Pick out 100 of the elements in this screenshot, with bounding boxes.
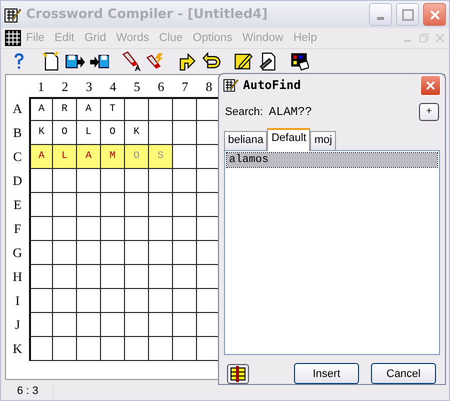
crossword-square[interactable] xyxy=(53,241,77,265)
crossword-square[interactable] xyxy=(77,217,101,241)
crossword-square[interactable] xyxy=(101,193,125,217)
crossword-square[interactable] xyxy=(77,313,101,337)
crossword-square[interactable] xyxy=(77,265,101,289)
crossword-square[interactable] xyxy=(29,313,53,337)
turn-arrow-icon[interactable] xyxy=(177,51,197,71)
crossword-square[interactable] xyxy=(101,217,125,241)
crossword-square[interactable] xyxy=(125,265,149,289)
crossword-square[interactable] xyxy=(173,217,197,241)
crossword-square[interactable] xyxy=(149,265,173,289)
crossword-square[interactable] xyxy=(101,289,125,313)
crossword-square[interactable] xyxy=(173,241,197,265)
search-label: Search: xyxy=(225,106,263,118)
grid-icon[interactable] xyxy=(5,30,21,46)
dictionary-tab[interactable]: moj xyxy=(310,130,336,150)
crossword-square[interactable] xyxy=(173,265,197,289)
crossword-square[interactable] xyxy=(53,337,77,361)
crossword-square[interactable] xyxy=(149,241,173,265)
crossword-square[interactable] xyxy=(149,193,173,217)
crossword-square[interactable] xyxy=(29,169,53,193)
crossword-square[interactable] xyxy=(149,97,173,121)
crossword-square[interactable] xyxy=(125,241,149,265)
crossword-square[interactable] xyxy=(77,169,101,193)
crossword-square[interactable] xyxy=(53,217,77,241)
pencil-note-icon[interactable] xyxy=(233,51,253,71)
crossword-square[interactable] xyxy=(173,289,197,313)
crossword-square[interactable]: M xyxy=(101,145,125,169)
crossword-square[interactable] xyxy=(173,145,197,169)
crossword-square[interactable] xyxy=(125,337,149,361)
dictionary-tab[interactable]: beliana xyxy=(224,130,268,150)
crossword-square[interactable] xyxy=(29,193,53,217)
crossword-square[interactable] xyxy=(77,241,101,265)
cancel-button[interactable]: Cancel xyxy=(371,363,436,384)
crossword-square[interactable] xyxy=(29,337,53,361)
document-edit-icon[interactable] xyxy=(257,51,277,71)
result-item[interactable]: alamos xyxy=(227,152,437,167)
crossword-square[interactable] xyxy=(173,193,197,217)
crossword-square[interactable]: K xyxy=(29,121,53,145)
crossword-square[interactable] xyxy=(125,193,149,217)
crossword-square[interactable] xyxy=(29,217,53,241)
crossword-square[interactable] xyxy=(125,97,149,121)
crossword-square[interactable] xyxy=(77,289,101,313)
crossword-square[interactable] xyxy=(125,313,149,337)
crossword-square[interactable]: L xyxy=(53,145,77,169)
crossword-square[interactable] xyxy=(149,169,173,193)
crossword-square[interactable] xyxy=(173,169,197,193)
crossword-square[interactable] xyxy=(53,193,77,217)
crossword-square[interactable] xyxy=(53,265,77,289)
crossword-square[interactable] xyxy=(149,313,173,337)
grid-tool-button[interactable] xyxy=(227,364,249,384)
insert-button[interactable]: Insert xyxy=(294,363,359,384)
crossword-square[interactable] xyxy=(149,217,173,241)
undo-arrow-icon[interactable] xyxy=(201,51,221,71)
cursor-position: 6 : 3 xyxy=(5,384,54,396)
crossword-square[interactable]: A xyxy=(77,145,101,169)
crossword-square[interactable] xyxy=(173,337,197,361)
column-number: 3 xyxy=(84,78,94,96)
crossword-square[interactable] xyxy=(29,289,53,313)
crossword-square[interactable] xyxy=(125,217,149,241)
crossword-square[interactable] xyxy=(77,193,101,217)
crossword-square[interactable] xyxy=(173,313,197,337)
crossword-square[interactable]: O xyxy=(53,121,77,145)
crossword-square[interactable] xyxy=(101,265,125,289)
crossword-square[interactable] xyxy=(29,241,53,265)
crossword-square[interactable]: A xyxy=(29,145,53,169)
crossword-square[interactable] xyxy=(149,289,173,313)
crossword-square[interactable] xyxy=(173,97,197,121)
crossword-square[interactable]: A xyxy=(29,97,53,121)
column-number: 5 xyxy=(132,78,142,96)
crossword-square[interactable] xyxy=(53,313,77,337)
crossword-square[interactable]: A xyxy=(77,97,101,121)
crossword-square[interactable] xyxy=(29,265,53,289)
row-letter: A xyxy=(12,100,24,118)
crossword-square[interactable] xyxy=(101,313,125,337)
crossword-square[interactable] xyxy=(125,169,149,193)
minimize-button[interactable] xyxy=(369,3,392,26)
crossword-square[interactable] xyxy=(149,121,173,145)
crossword-square[interactable]: T xyxy=(101,97,125,121)
crossword-square[interactable] xyxy=(173,121,197,145)
crossword-square[interactable] xyxy=(53,169,77,193)
crossword-square[interactable]: R xyxy=(53,97,77,121)
crossword-square[interactable] xyxy=(53,289,77,313)
maximize-button[interactable] xyxy=(396,3,419,26)
flashlight-icon[interactable] xyxy=(121,51,141,71)
new-document-icon[interactable] xyxy=(41,51,61,71)
crossword-square[interactable] xyxy=(101,241,125,265)
crossword-square[interactable]: K xyxy=(125,121,149,145)
crossword-square[interactable] xyxy=(149,337,173,361)
crossword-square[interactable] xyxy=(77,337,101,361)
dictionary-tab[interactable]: Default xyxy=(267,128,310,151)
crossword-square[interactable] xyxy=(101,169,125,193)
close-button[interactable] xyxy=(423,3,446,26)
palette-icon[interactable] xyxy=(289,51,309,71)
crossword-square[interactable]: L xyxy=(77,121,101,145)
flashlight-lightning-icon[interactable] xyxy=(145,51,165,71)
crossword-square[interactable] xyxy=(125,289,149,313)
crossword-square[interactable] xyxy=(101,337,125,361)
add-button[interactable]: + xyxy=(419,102,439,121)
crossword-square[interactable]: O xyxy=(101,121,125,145)
